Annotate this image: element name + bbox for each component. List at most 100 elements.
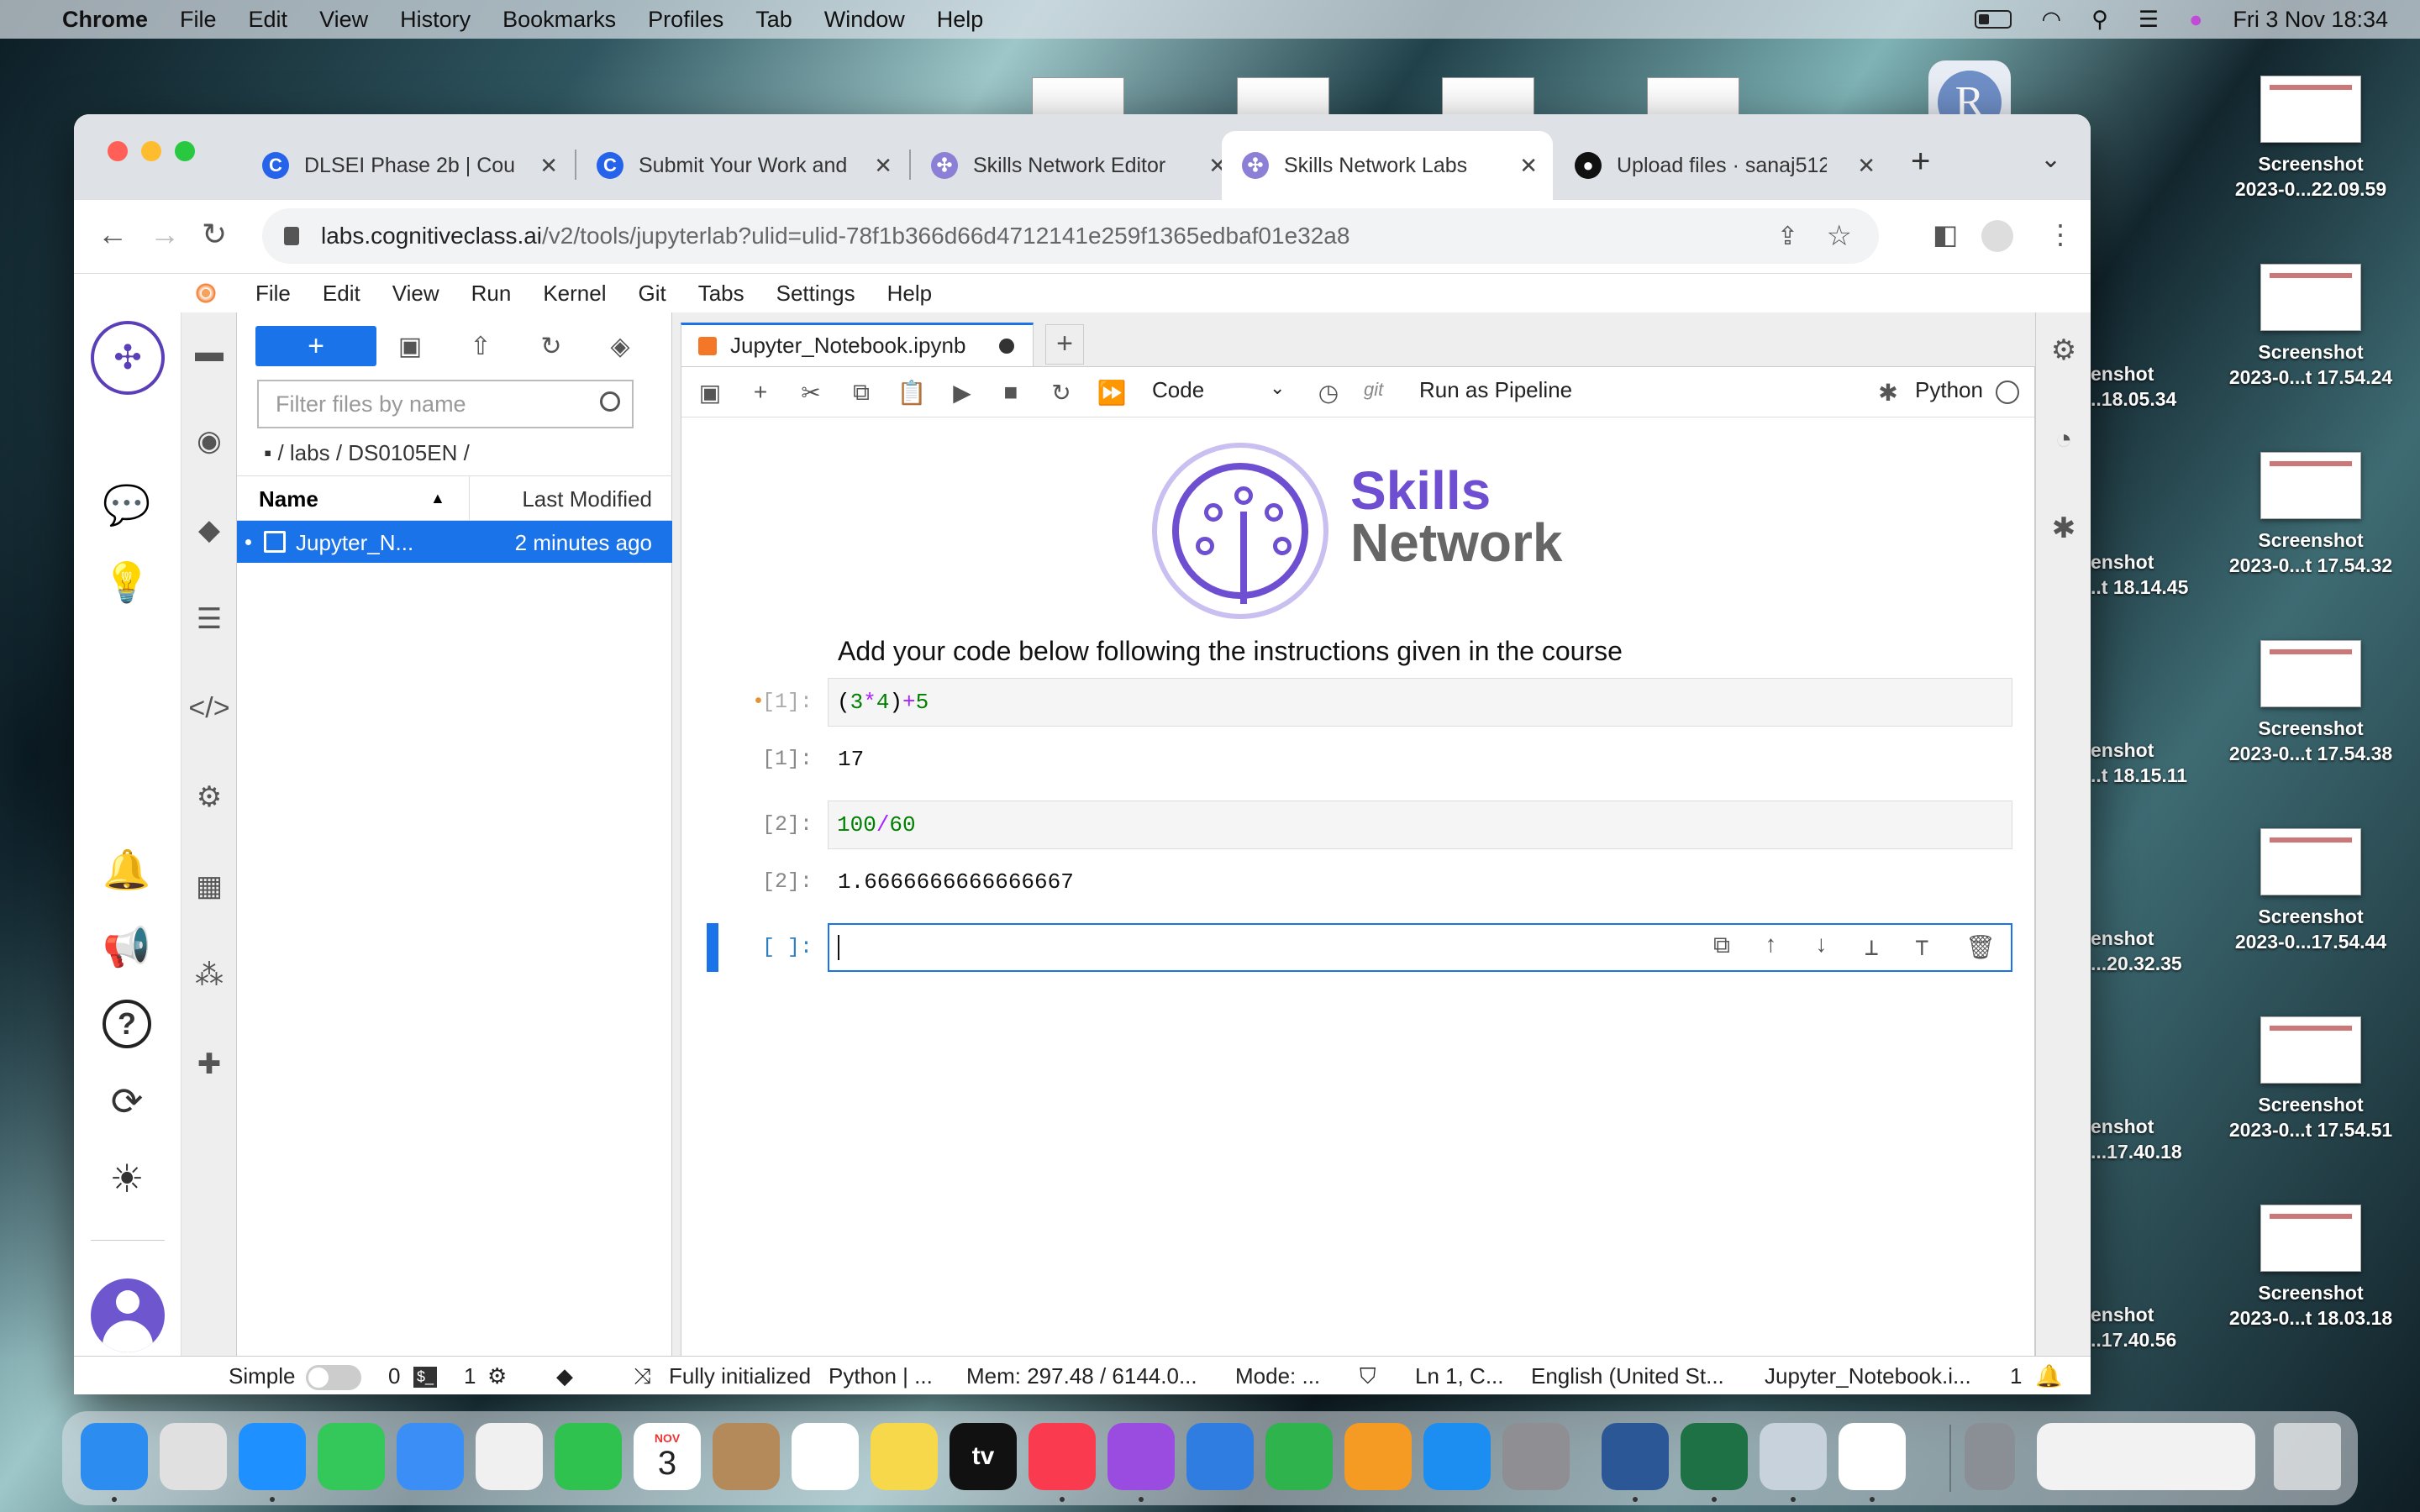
desktop-file[interactable]: Screenshot 2023-0...17.54.44 — [2227, 828, 2395, 954]
menu-window[interactable]: Window — [824, 7, 905, 33]
terminal-icon[interactable]: $_ — [413, 1367, 438, 1388]
jmenu-view[interactable]: View — [392, 281, 439, 307]
column-name[interactable]: Name — [259, 486, 318, 512]
git-status-icon[interactable]: ◆ — [556, 1363, 573, 1389]
menu-app-name[interactable]: Chrome — [62, 7, 148, 33]
kernels-count[interactable]: 1 — [464, 1363, 476, 1389]
notebook-mode[interactable]: Mode: ... — [1235, 1363, 1320, 1389]
desktop-file-partial[interactable]: enshot ...17.40.18 — [2091, 1114, 2182, 1164]
unsaved-indicator-icon[interactable] — [999, 338, 1014, 354]
lsp-icon[interactable]: ⤨ — [634, 1363, 651, 1390]
run-as-pipeline-button[interactable]: Run as Pipeline — [1419, 377, 1572, 403]
megaphone-icon[interactable]: 📢 — [103, 922, 151, 971]
close-tab-icon[interactable]: ✕ — [539, 153, 558, 179]
simple-mode-toggle[interactable] — [306, 1365, 361, 1390]
contacts-dock-icon[interactable] — [713, 1423, 780, 1490]
numbers-dock-icon[interactable] — [1265, 1423, 1333, 1490]
git-label[interactable]: git — [1364, 379, 1383, 401]
close-tab-icon[interactable]: ✕ — [1519, 153, 1538, 179]
kernel-name[interactable]: Python — [1915, 377, 1983, 403]
bookmark-star-icon[interactable]: ☆ — [1827, 219, 1852, 253]
notebook-tab[interactable]: Jupyter_Notebook.ipynb — [681, 323, 1034, 366]
code-cell-input[interactable]: (3 * 4) +5 — [828, 678, 2012, 727]
photos-dock-icon[interactable] — [476, 1423, 543, 1490]
pages-dock-icon[interactable] — [1344, 1423, 1412, 1490]
desktop-file[interactable]: Screenshot 2023-0...t 18.03.18 — [2227, 1205, 2395, 1331]
messages-dock-icon[interactable] — [318, 1423, 385, 1490]
launchpad-dock-icon[interactable] — [160, 1423, 227, 1490]
system-preferences-dock-icon[interactable] — [1502, 1423, 1570, 1490]
safari-dock-icon[interactable] — [239, 1423, 306, 1490]
insert-below-icon[interactable]: ⊤ — [1915, 933, 1929, 963]
music-dock-icon[interactable] — [1028, 1423, 1096, 1490]
jmenu-file[interactable]: File — [255, 281, 291, 307]
side-panel-icon[interactable]: ◧ — [1933, 218, 1958, 250]
column-last-modified[interactable]: Last Modified — [522, 486, 652, 512]
debugger-icon[interactable]: ✱ — [1873, 377, 1903, 407]
jmenu-edit[interactable]: Edit — [323, 281, 360, 307]
file-row-selected[interactable]: Jupyter_N... 2 minutes ago — [237, 521, 672, 563]
skills-network-logo-icon[interactable]: ✣ — [91, 321, 165, 395]
browser-tab[interactable]: ● Upload files · sanaj512 ✕ — [1555, 131, 1891, 200]
cut-icon[interactable]: ✂ — [796, 377, 826, 407]
menu-file[interactable]: File — [180, 7, 217, 33]
bell-icon[interactable]: 🔔 — [103, 845, 151, 894]
control-center-icon[interactable]: ☰ — [2139, 7, 2159, 33]
browser-tab-active[interactable]: ✣ Skills Network Labs ✕ — [1222, 131, 1553, 200]
menu-edit[interactable]: Edit — [249, 7, 288, 33]
menu-history[interactable]: History — [400, 7, 471, 33]
debugger-icon[interactable]: ✱ — [2043, 507, 2085, 549]
zoom-window-button[interactable] — [175, 141, 195, 161]
run-icon[interactable]: ▶ — [947, 377, 977, 407]
tv-dock-icon[interactable]: tv — [950, 1423, 1017, 1490]
save-icon[interactable]: ▣ — [695, 377, 725, 407]
notification-bell-icon[interactable]: 🔔 — [2035, 1363, 2062, 1389]
restart-icon[interactable]: ↻ — [1046, 377, 1076, 407]
folder-icon[interactable]: ▬ — [188, 331, 230, 373]
git-icon[interactable]: ◆ — [188, 509, 230, 551]
language-selector[interactable]: English (United St... — [1531, 1363, 1724, 1389]
forward-arrow-icon[interactable]: → — [150, 217, 180, 252]
move-up-icon[interactable]: ↑ — [1764, 933, 1778, 959]
clock[interactable]: Fri 3 Nov 18:34 — [2233, 7, 2388, 33]
kernel-status[interactable]: Python | ... — [829, 1363, 933, 1389]
excel-dock-icon[interactable] — [1681, 1423, 1748, 1490]
wifi-icon[interactable]: ◠ — [2042, 7, 2062, 33]
cell-type-select[interactable]: Code ⌄ — [1152, 377, 1285, 403]
puzzle-icon[interactable]: ✚ — [188, 1043, 230, 1085]
brightness-icon[interactable]: ☀ — [103, 1154, 151, 1203]
file-filter-input[interactable]: Filter files by name — [257, 380, 634, 428]
jmenu-tabs[interactable]: Tabs — [698, 281, 744, 307]
close-tab-icon[interactable]: ✕ — [1857, 153, 1876, 179]
close-window-button[interactable] — [108, 141, 128, 161]
desktop-file-partial[interactable]: enshot ..18.05.34 — [2091, 361, 2176, 412]
browser-tab[interactable]: C DLSEI Phase 2b | Cour ✕ — [242, 131, 573, 200]
app-store-dock-icon[interactable] — [1423, 1423, 1491, 1490]
restart-run-all-icon[interactable]: ⏩ — [1097, 377, 1127, 407]
new-launcher-tab-button[interactable]: + — [1045, 324, 1084, 365]
notes-dock-icon[interactable] — [871, 1423, 938, 1490]
delete-cell-icon[interactable]: 🗑 — [1965, 933, 1996, 963]
jmenu-help[interactable]: Help — [887, 281, 932, 307]
battery-icon[interactable] — [1974, 10, 2012, 29]
browser-tab[interactable]: C Submit Your Work and ✕ — [576, 131, 908, 200]
desktop-thumbnail[interactable] — [1237, 77, 1329, 116]
running-icon[interactable]: ◉ — [188, 420, 230, 462]
jmenu-run[interactable]: Run — [471, 281, 512, 307]
keynote-dock-icon[interactable] — [1186, 1423, 1254, 1490]
share-icon[interactable]: ⇪ — [1777, 222, 1798, 251]
chrome-menu-icon[interactable]: ⋮ — [2047, 218, 2074, 250]
back-arrow-icon[interactable]: ← — [97, 217, 128, 252]
spotlight-icon[interactable]: ⚲ — [2091, 7, 2108, 33]
reminders-dock-icon[interactable] — [792, 1423, 859, 1490]
desktop-file-partial[interactable]: enshot ..t 18.14.45 — [2091, 549, 2188, 600]
palette-icon[interactable]: ▦ — [188, 865, 230, 907]
upload-icon[interactable]: ⇧ — [460, 326, 501, 366]
chrome-dock-icon[interactable] — [1839, 1423, 1906, 1490]
code-snippet-icon[interactable]: </> — [188, 687, 230, 729]
cursor-position[interactable]: Ln 1, C... — [1415, 1363, 1504, 1389]
facetime-dock-icon[interactable] — [555, 1423, 622, 1490]
insert-above-icon[interactable]: ⊥ — [1865, 933, 1879, 963]
new-tab-button[interactable]: + — [1911, 143, 1930, 181]
clock-icon[interactable]: ◷ — [1313, 377, 1344, 407]
